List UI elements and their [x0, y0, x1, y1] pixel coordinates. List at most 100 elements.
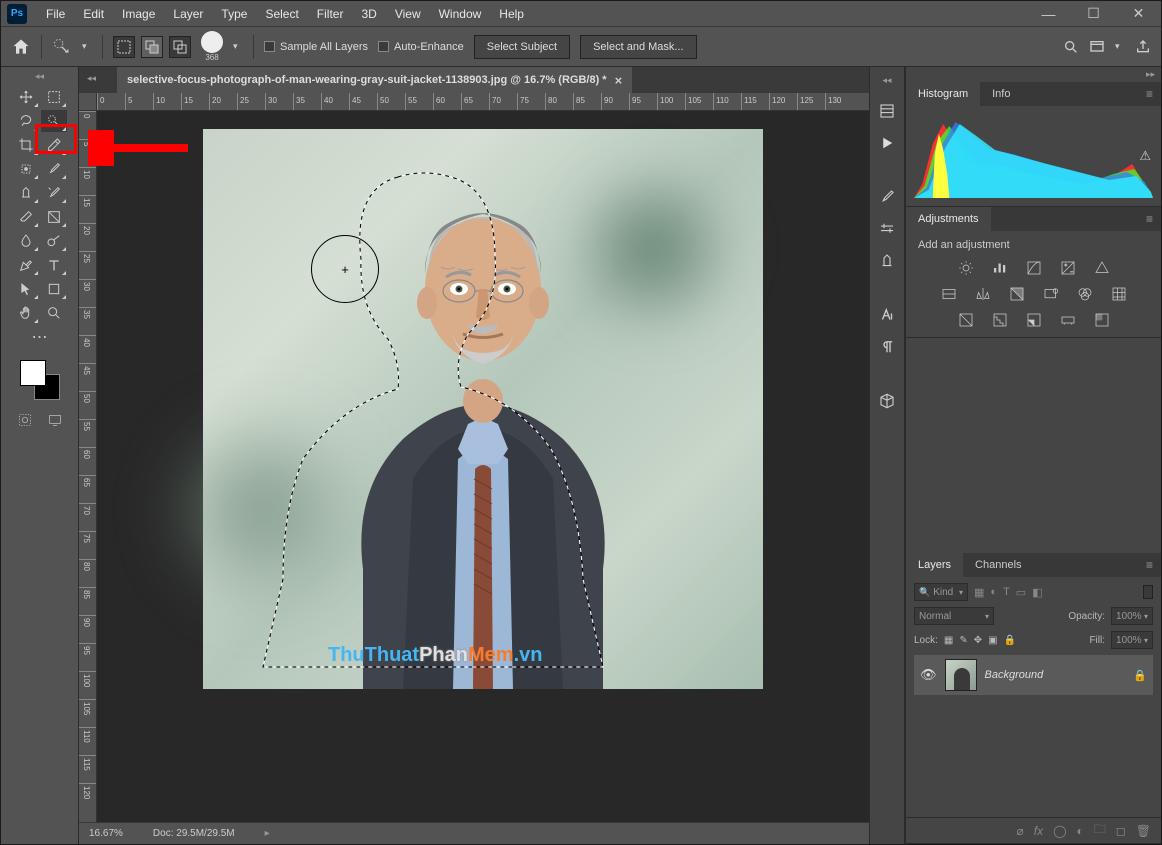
exposure-icon[interactable] [1058, 259, 1078, 277]
menu-type[interactable]: Type [212, 1, 256, 26]
lock-all-icon[interactable]: 🔒 [1004, 635, 1016, 646]
eraser-tool[interactable] [13, 206, 39, 228]
horizontal-ruler[interactable]: 0510152025303540455055606570758085909510… [97, 93, 869, 111]
tool-dropdown-icon[interactable]: ▾ [82, 37, 92, 57]
color-lookup-icon[interactable] [1109, 285, 1129, 303]
filter-type-icon[interactable]: T [1003, 586, 1010, 598]
healing-brush-tool[interactable] [13, 158, 39, 180]
ps-logo[interactable]: Ps [7, 4, 27, 24]
brush-tool[interactable] [41, 158, 67, 180]
maximize-button[interactable]: ☐ [1071, 2, 1116, 26]
edit-toolbar-button[interactable]: ⋯ [13, 326, 67, 348]
3d-panel-icon[interactable] [873, 387, 901, 415]
bw-icon[interactable] [1007, 285, 1027, 303]
paragraph-panel-icon[interactable] [873, 333, 901, 361]
layer-kind-filter[interactable]: 🔍Kind▾ [914, 583, 968, 601]
close-tab-icon[interactable]: × [615, 73, 623, 88]
posterize-icon[interactable] [990, 311, 1010, 329]
layer-item-background[interactable]: 👁 Background 🔒 [914, 655, 1153, 695]
subtract-selection-button[interactable] [169, 36, 191, 58]
color-swatches[interactable] [20, 360, 60, 400]
lock-artboard-icon[interactable]: ▣ [988, 635, 997, 646]
new-selection-button[interactable] [113, 36, 135, 58]
brightness-icon[interactable] [956, 259, 976, 277]
tab-layers[interactable]: Layers [906, 553, 963, 577]
filter-shape-icon[interactable]: ▭ [1016, 586, 1026, 599]
hue-icon[interactable] [939, 285, 959, 303]
new-adjustment-icon[interactable]: ◐ [1077, 824, 1084, 838]
menu-edit[interactable]: Edit [74, 1, 113, 26]
select-and-mask-button[interactable]: Select and Mask... [580, 35, 697, 59]
levels-icon[interactable] [990, 259, 1010, 277]
filter-toggle[interactable] [1143, 585, 1153, 599]
link-layers-icon[interactable]: ⌀ [1017, 824, 1024, 838]
invert-icon[interactable] [956, 311, 976, 329]
vibrance-icon[interactable] [1092, 259, 1112, 277]
document-canvas[interactable]: + ThuThuatPhanMem.vn [203, 129, 763, 689]
layer-lock-icon[interactable]: 🔒 [1133, 669, 1147, 682]
photo-filter-icon[interactable] [1041, 285, 1061, 303]
status-chevron-icon[interactable]: ▸ [265, 828, 270, 839]
dodge-tool[interactable] [41, 230, 67, 252]
shape-tool[interactable] [41, 278, 67, 300]
menu-3d[interactable]: 3D [352, 1, 385, 26]
history-panel-icon[interactable] [873, 97, 901, 125]
character-panel-icon[interactable] [873, 301, 901, 329]
lock-transparent-icon[interactable]: ▦ [944, 635, 953, 646]
blur-tool[interactable] [13, 230, 39, 252]
threshold-icon[interactable] [1024, 311, 1044, 329]
quick-mask-button[interactable] [15, 410, 35, 430]
add-mask-icon[interactable]: ◯ [1053, 824, 1066, 838]
minimize-button[interactable]: ― [1026, 2, 1071, 26]
add-selection-button[interactable] [141, 36, 163, 58]
workspace-dropdown-icon[interactable]: ▾ [1115, 37, 1125, 57]
zoom-level[interactable]: 16.67% [89, 828, 123, 839]
toolbox-collapse-icon[interactable]: ◂◂ [35, 71, 44, 82]
type-tool[interactable] [41, 254, 67, 276]
pen-tool[interactable] [13, 254, 39, 276]
panel-menu-icon[interactable]: ≡ [1138, 87, 1161, 101]
layer-name[interactable]: Background [985, 669, 1044, 681]
filter-smart-icon[interactable]: ◧ [1032, 586, 1042, 599]
doc-info[interactable]: Doc: 29.5M/29.5M [153, 828, 235, 839]
brush-dropdown-icon[interactable]: ▾ [233, 37, 243, 57]
rail-collapse-icon[interactable]: ◂◂ [882, 75, 891, 86]
new-group-icon[interactable]: 🗀 [1094, 820, 1106, 841]
opacity-input[interactable]: 100%▾ [1111, 607, 1153, 625]
new-layer-icon[interactable]: ◻ [1116, 824, 1126, 838]
filter-pixel-icon[interactable]: ▦ [974, 586, 984, 599]
brush-preview[interactable]: 368 [201, 31, 223, 62]
filter-adjust-icon[interactable]: ◐ [990, 586, 997, 598]
gradient-map-icon[interactable] [1058, 311, 1078, 329]
screen-mode-button[interactable] [45, 410, 65, 430]
document-tab[interactable]: selective-focus-photograph-of-man-wearin… [117, 67, 632, 93]
close-button[interactable]: ✕ [1116, 2, 1161, 26]
color-balance-icon[interactable] [973, 285, 993, 303]
home-icon[interactable] [11, 37, 31, 57]
sample-all-layers-checkbox[interactable]: Sample All Layers [264, 41, 368, 53]
hand-tool[interactable] [13, 302, 39, 324]
brush-settings-icon[interactable] [873, 215, 901, 243]
tab-info[interactable]: Info [980, 82, 1022, 106]
tab-collapse-icon[interactable]: ◂◂ [87, 73, 96, 84]
select-subject-button[interactable]: Select Subject [474, 35, 570, 59]
tab-adjustments[interactable]: Adjustments [906, 207, 991, 231]
clone-source-icon[interactable] [873, 247, 901, 275]
move-tool[interactable] [13, 86, 39, 108]
history-brush-tool[interactable] [41, 182, 67, 204]
vertical-ruler[interactable]: 0510152025303540455055606570758085909510… [79, 111, 97, 822]
tab-histogram[interactable]: Histogram [906, 82, 980, 106]
layer-effects-icon[interactable]: fx [1034, 824, 1043, 838]
lock-position-icon[interactable]: ✥ [974, 635, 982, 646]
path-selection-tool[interactable] [13, 278, 39, 300]
canvas-area[interactable]: + ThuThuatPhanMem.vn [97, 111, 869, 822]
menu-filter[interactable]: Filter [308, 1, 353, 26]
menu-layer[interactable]: Layer [164, 1, 212, 26]
brush-panel-icon[interactable] [873, 183, 901, 211]
selective-color-icon[interactable] [1092, 311, 1112, 329]
zoom-tool[interactable] [41, 302, 67, 324]
panel-collapse-icon[interactable]: ▸▸ [906, 67, 1161, 82]
layer-thumbnail[interactable] [945, 659, 977, 691]
search-icon[interactable] [1063, 39, 1079, 55]
lock-paint-icon[interactable]: ✎ [959, 635, 967, 646]
